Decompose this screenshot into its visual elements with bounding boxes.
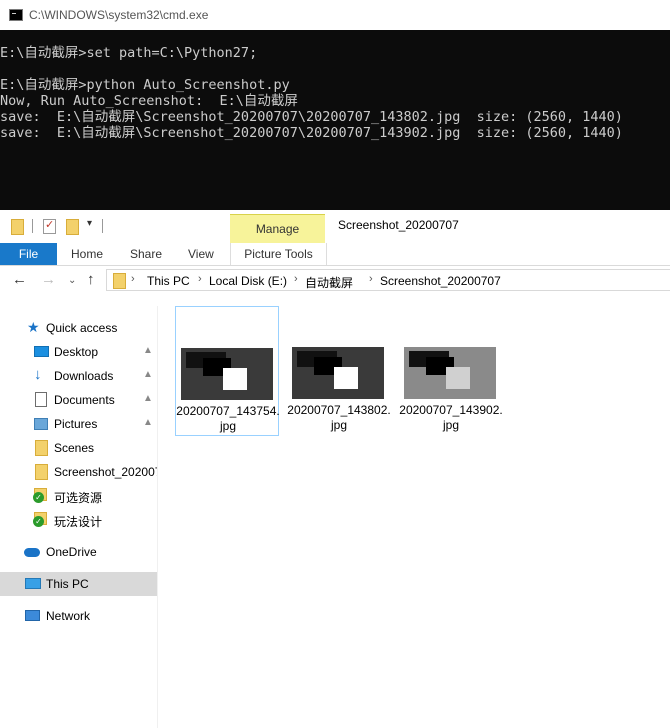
synced-folder-icon: ✓ [33,512,48,527]
nav-item-optional-resources[interactable]: ✓ 可选资源 [0,484,157,508]
console-line: save: E:\自动截屏\Screenshot_20200707\202007… [0,125,623,141]
manage-contextual-tab[interactable]: Manage [230,214,325,243]
separator [32,219,33,233]
file-name-line: 20200707_143802. [287,403,391,417]
cmd-icon [9,9,23,21]
tab-file[interactable]: File [0,243,57,265]
image-thumbnail [181,348,273,400]
ribbon-tabs: File Home Share View Picture Tools [0,243,670,265]
recent-locations-icon[interactable]: ⌄ [68,273,76,289]
nav-item-desktop[interactable]: Desktop ▲ [0,340,157,364]
console-line: E:\自动截屏>python Auto_Screenshot.py [0,77,290,93]
nav-item-gameplay-design[interactable]: ✓ 玩法设计 [0,508,157,532]
document-icon [35,392,47,407]
tab-view[interactable]: View [188,243,214,265]
nav-item-documents[interactable]: Documents ▲ [0,388,157,412]
chevron-right-icon[interactable]: › [294,273,298,285]
file-item[interactable]: 20200707_143902. jpg [399,306,503,436]
network-icon [25,610,40,621]
tab-home[interactable]: Home [71,243,103,265]
folder-icon [11,219,24,235]
customize-toolbar-dropdown-icon[interactable]: ▾ [87,218,92,229]
computer-icon [25,578,41,589]
nav-item-screenshot-folder[interactable]: Screenshot_20200707 [0,460,157,484]
pin-icon: ▲ [143,345,153,356]
folder-icon [35,464,48,480]
chevron-right-icon[interactable]: › [198,273,202,285]
back-arrow-icon[interactable]: ← [12,272,27,288]
file-name-line: 20200707_143754. [176,404,280,418]
nav-item-network[interactable]: Network [0,604,157,628]
nav-item-label: Network [46,609,91,623]
file-item[interactable]: 20200707_143754. jpg [175,306,280,436]
nav-item-label: Desktop [54,345,99,359]
nav-item-label: 可选资源 [54,491,103,505]
nav-item-label: OneDrive [46,545,97,559]
nav-item-label: Scenes [54,441,95,455]
file-name-line: jpg [442,418,459,432]
navigation-pane: ★ Quick access Desktop ▲ ↓ Downloads ▲ D… [0,306,157,728]
pin-icon: ▲ [143,369,153,380]
nav-item-scenes[interactable]: Scenes [0,436,157,460]
cloud-icon [24,548,40,557]
file-name: 20200707_143802. jpg [287,403,391,433]
synced-folder-icon: ✓ [33,488,48,503]
nav-item-downloads[interactable]: ↓ Downloads ▲ [0,364,157,388]
up-arrow-icon[interactable]: ↑ [87,272,95,288]
cmd-titlebar: C:\WINDOWS\system32\cmd.exe [0,0,670,30]
quick-access-toolbar: ▾ Manage Screenshot_20200707 [0,210,670,243]
nav-item-label: Documents [54,393,115,407]
cmd-window-title: C:\WINDOWS\system32\cmd.exe [29,8,209,22]
file-name-line: 20200707_143902. [399,403,503,417]
window-title: Screenshot_20200707 [338,218,459,232]
pin-icon: ▲ [143,417,153,428]
properties-icon[interactable] [43,218,56,234]
tab-picture-tools[interactable]: Picture Tools [230,243,327,265]
console-line: save: E:\自动截屏\Screenshot_20200707\202007… [0,109,623,125]
nav-item-label: This PC [46,577,89,591]
forward-arrow-icon[interactable]: → [41,272,56,288]
image-thumbnail [292,347,384,399]
image-thumbnail [404,347,496,399]
breadcrumb-auto-screenshot[interactable]: 自动截屏 [305,274,353,291]
navigation-bar: ← → ⌄ ↑ › This PC › Local Disk (E:) › 自动… [0,266,670,296]
console-line: E:\自动截屏>set path=C:\Python27; [0,45,258,61]
file-list-pane: 20200707_143754. jpg 20200707_143802. jp… [158,306,670,728]
file-name: 20200707_143902. jpg [399,403,503,433]
nav-item-onedrive[interactable]: OneDrive [0,540,157,564]
breadcrumb-screenshot-folder[interactable]: Screenshot_20200707 [380,274,501,288]
breadcrumb-local-disk[interactable]: Local Disk (E:) [209,274,287,288]
download-icon: ↓ [34,366,42,383]
star-icon: ★ [27,319,40,335]
chevron-right-icon[interactable]: › [369,273,373,285]
file-item[interactable]: 20200707_143802. jpg [287,306,391,436]
nav-item-quick-access[interactable]: ★ Quick access [0,316,157,340]
pin-icon: ▲ [143,393,153,404]
nav-item-this-pc[interactable]: This PC [0,572,157,596]
nav-item-label: Downloads [54,369,114,383]
separator [102,219,103,233]
folder-icon [113,273,126,289]
pictures-icon [34,418,48,430]
chevron-right-icon[interactable]: › [131,273,135,285]
file-name-line: jpg [330,418,347,432]
nav-item-label: 玩法设计 [54,515,103,529]
nav-item-label: Screenshot_20200707 [54,465,157,479]
nav-item-pictures[interactable]: Pictures ▲ [0,412,157,436]
nav-item-label: Quick access [46,321,118,335]
desktop-icon [34,346,49,357]
tab-share[interactable]: Share [130,243,162,265]
address-bar[interactable]: › This PC › Local Disk (E:) › 自动截屏 › Scr… [106,269,670,291]
file-name-line: jpg [219,419,236,433]
cmd-console[interactable]: E:\自动截屏>set path=C:\Python27; E:\自动截屏>py… [0,30,670,210]
folder-icon [35,440,48,456]
breadcrumb-this-pc[interactable]: This PC [147,274,190,288]
nav-item-label: Pictures [54,417,98,431]
file-explorer-window: ▾ Manage Screenshot_20200707 File Home S… [0,210,670,728]
new-folder-icon[interactable] [66,219,79,235]
console-line: Now, Run Auto_Screenshot: E:\自动截屏 [0,93,298,109]
file-name: 20200707_143754. jpg [176,404,280,434]
